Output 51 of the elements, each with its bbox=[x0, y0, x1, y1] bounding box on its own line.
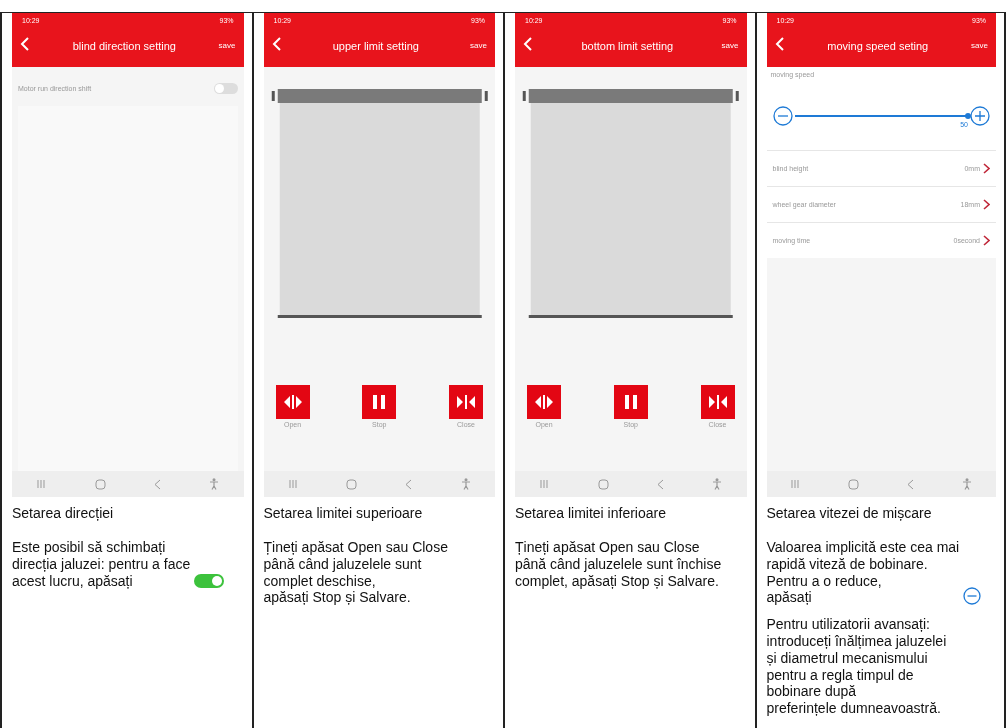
arrows-icon bbox=[700, 385, 735, 419]
caption-heading: Setarea direcției bbox=[12, 505, 115, 521]
screen-title: bottom limit setting bbox=[580, 39, 675, 52]
accessibility-icon[interactable] bbox=[209, 478, 220, 490]
screen-title: moving speed seting bbox=[826, 39, 930, 52]
minus-icon[interactable] bbox=[772, 106, 793, 126]
home-icon[interactable] bbox=[94, 478, 106, 490]
accessibility-icon[interactable] bbox=[962, 478, 973, 490]
caption-heading: Setarea limitei inferioare bbox=[515, 505, 667, 521]
toggle-icon bbox=[194, 574, 225, 589]
recents-icon[interactable] bbox=[790, 479, 801, 489]
back-chevron-icon bbox=[271, 36, 282, 52]
save-button[interactable]: save bbox=[721, 41, 739, 50]
toggle-switch[interactable] bbox=[213, 83, 238, 94]
home-icon[interactable] bbox=[848, 478, 860, 490]
pause-icon bbox=[613, 385, 648, 419]
back-icon[interactable] bbox=[907, 478, 915, 490]
caption-heading: Setarea vitezei de mișcare bbox=[766, 505, 933, 521]
save-button[interactable]: save bbox=[218, 41, 236, 50]
screen-title: blind direction setting bbox=[71, 39, 177, 52]
plus-icon[interactable] bbox=[970, 106, 990, 126]
chevron-right-icon bbox=[983, 199, 990, 210]
back-chevron-icon bbox=[20, 36, 30, 52]
home-icon[interactable] bbox=[597, 478, 609, 490]
recents-icon[interactable] bbox=[539, 479, 550, 489]
back-chevron-icon bbox=[774, 36, 785, 52]
accessibility-icon[interactable] bbox=[460, 478, 471, 490]
pause-icon bbox=[362, 385, 397, 419]
arrows-icon bbox=[527, 385, 561, 419]
instruction-text: Pentru utilizatorii avansați: introduceți înălțimea jaluzelei și diametrul mecanismului pentru a regla timpul de bobinare după preferințele dumneavoastră. bbox=[766, 616, 947, 717]
recents-icon[interactable] bbox=[287, 479, 298, 489]
save-button[interactable]: save bbox=[971, 41, 988, 50]
instruction-text: Țineți apăsat Open sau Close până când jaluzelele sunt închise complet, apăsați Stop și Salvare. bbox=[515, 539, 722, 590]
arrows-icon bbox=[275, 385, 310, 419]
recents-icon[interactable] bbox=[36, 479, 47, 489]
back-chevron-icon bbox=[523, 36, 533, 52]
chevron-right-icon bbox=[983, 235, 990, 246]
home-icon[interactable] bbox=[346, 478, 358, 490]
arrows-icon bbox=[449, 385, 483, 419]
accessibility-icon[interactable] bbox=[712, 478, 723, 490]
save-button[interactable]: save bbox=[470, 41, 487, 50]
instruction-text: Țineți apăsat Open sau Close până când jaluzelele sunt complet deschise, apăsați Stop și Salvare. bbox=[263, 539, 448, 607]
screen-title: upper limit setting bbox=[331, 39, 420, 52]
back-icon[interactable] bbox=[656, 478, 664, 490]
caption-heading: Setarea limitei superioare bbox=[263, 505, 424, 521]
chevron-right-icon bbox=[983, 163, 990, 174]
minus-icon bbox=[963, 587, 982, 606]
instruction-text: Valoarea implicită este cea mai rapidă viteză de bobinare. Pentru a o reduce, apăsați bbox=[766, 539, 960, 607]
back-icon[interactable] bbox=[153, 478, 161, 490]
instruction-text: Este posibil să schimbați direcția jaluzei: pentru a face acest lucru, apăsați bbox=[12, 539, 191, 590]
back-icon[interactable] bbox=[405, 478, 413, 490]
